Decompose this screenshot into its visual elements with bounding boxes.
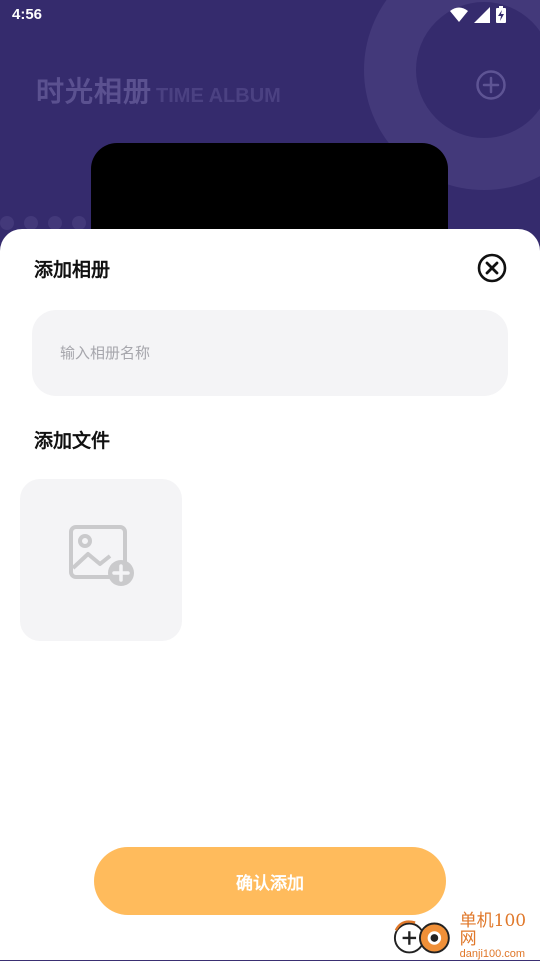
image-add-icon <box>69 525 134 586</box>
watermark-logo-icon <box>393 920 450 954</box>
page-title-en: TIME ALBUM <box>156 85 281 107</box>
add-file-button[interactable] <box>20 479 182 641</box>
page-title: 时光相册 TIME ALBUM <box>36 70 281 110</box>
sheet-title: 添加相册 <box>34 259 111 281</box>
album-name-input[interactable] <box>32 310 508 396</box>
confirm-add-button[interactable]: 确认添加 <box>94 847 446 915</box>
close-circle-icon[interactable] <box>477 253 507 283</box>
status-time: 4:56 <box>12 6 43 23</box>
add-files-label: 添加文件 <box>34 430 111 452</box>
battery-charging-icon <box>496 6 506 23</box>
plus-circle-icon[interactable] <box>475 69 507 101</box>
add-album-sheet: 添加相册 添加文件 确认添加 单机100网 danji100.com <box>0 229 540 960</box>
watermark-sub: danji100.com <box>459 948 526 961</box>
watermark: 单机100网 danji100.com <box>392 913 540 960</box>
signal-icon <box>474 6 490 23</box>
watermark-main: 单机100网 <box>459 911 527 950</box>
status-bar: 4:56 <box>0 0 540 32</box>
page-title-cn: 时光相册 <box>36 75 153 108</box>
wifi-icon <box>450 7 468 22</box>
